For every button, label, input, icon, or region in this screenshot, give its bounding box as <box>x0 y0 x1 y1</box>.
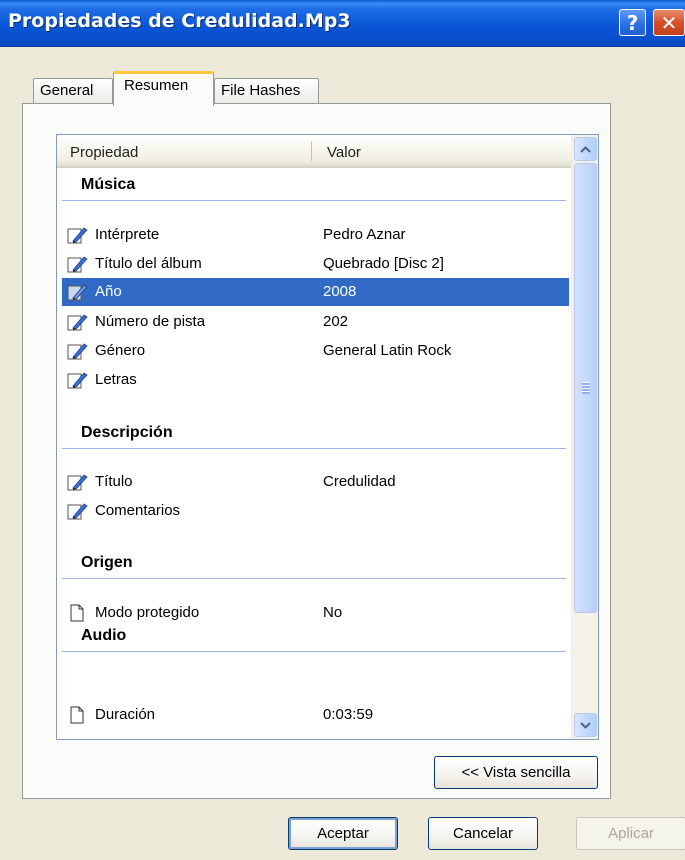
property-value: Credulidad <box>323 473 396 490</box>
document-icon <box>70 706 84 724</box>
property-name: Año <box>95 283 122 300</box>
edit-icon <box>67 256 88 273</box>
property-value: 202 <box>323 313 349 330</box>
help-button[interactable]: ? <box>619 9 646 36</box>
property-name: Intérprete <box>95 226 160 243</box>
group-header-audio: Audio <box>62 622 566 652</box>
column-divider[interactable] <box>311 141 312 161</box>
list-header: Propiedad Valor <box>57 135 571 168</box>
group-title: Audio <box>81 627 127 644</box>
close-icon: ✕ <box>660 10 678 35</box>
chevron-down-icon <box>580 721 591 729</box>
apply-button[interactable]: Aplicar <box>576 817 685 850</box>
property-value: Pedro Aznar <box>323 226 406 243</box>
group-header-origen: Origen <box>62 549 566 579</box>
group-header-musica: Música <box>62 171 566 201</box>
property-name: Comentarios <box>95 502 181 519</box>
properties-dialog: Propiedades de Credulidad.Mp3 ? ✕ Genera… <box>0 0 685 860</box>
properties-list[interactable]: Propiedad Valor Música Intérprete Pedro … <box>56 134 599 740</box>
property-row-numero-pista[interactable]: Número de pista 202 <box>62 308 569 336</box>
property-value: General Latin Rock <box>323 342 452 359</box>
property-name: Título del álbum <box>95 255 202 272</box>
edit-icon <box>67 314 88 331</box>
property-name: Modo protegido <box>95 604 200 621</box>
property-row-duracion[interactable]: Duración 0:03:59 <box>62 701 569 729</box>
cancel-button[interactable]: Cancelar <box>428 817 538 850</box>
property-value: Quebrado [Disc 2] <box>323 255 444 272</box>
scroll-down-button[interactable] <box>574 713 597 737</box>
grip-icon <box>582 382 590 394</box>
property-row-genero[interactable]: Género General Latin Rock <box>62 337 569 365</box>
help-icon: ? <box>626 10 639 35</box>
property-value: 0:03:59 <box>323 706 374 723</box>
title-bar[interactable]: Propiedades de Credulidad.Mp3 ? ✕ <box>0 0 685 47</box>
group-header-descripcion: Descripción <box>62 419 566 449</box>
tab-resumen[interactable]: Resumen <box>113 71 214 106</box>
scroll-thumb[interactable] <box>574 163 597 613</box>
property-row-comentarios[interactable]: Comentarios <box>62 497 569 525</box>
close-button[interactable]: ✕ <box>653 9 685 36</box>
property-row-ano[interactable]: Año 2008 <box>62 278 569 306</box>
edit-icon <box>67 227 88 244</box>
edit-icon <box>67 372 88 389</box>
vertical-scrollbar[interactable] <box>571 135 598 739</box>
property-value: No <box>323 604 343 621</box>
edit-icon <box>67 284 88 301</box>
column-header-property[interactable]: Propiedad <box>70 144 138 161</box>
edit-icon <box>67 503 88 520</box>
edit-icon <box>67 474 88 491</box>
group-title: Descripción <box>81 424 173 441</box>
property-row-titulo-album[interactable]: Título del álbum Quebrado [Disc 2] <box>62 250 569 278</box>
property-value: 2008 <box>323 283 357 300</box>
property-name: Género <box>95 342 146 359</box>
tab-general[interactable]: General <box>33 78 113 104</box>
group-title: Música <box>81 176 136 193</box>
property-name: Número de pista <box>95 313 206 330</box>
property-name: Letras <box>95 371 137 388</box>
tab-file-hashes[interactable]: File Hashes <box>214 78 319 104</box>
property-name: Título <box>95 473 133 490</box>
group-title: Origen <box>81 554 133 571</box>
property-row-titulo[interactable]: Título Credulidad <box>62 468 569 496</box>
ok-button[interactable]: Aceptar <box>288 817 398 850</box>
property-row-interprete[interactable]: Intérprete Pedro Aznar <box>62 221 569 249</box>
property-name: Duración <box>95 706 156 723</box>
document-icon <box>70 604 84 622</box>
column-header-value[interactable]: Valor <box>327 144 361 161</box>
window-title: Propiedades de Credulidad.Mp3 <box>8 10 351 32</box>
property-row-letras[interactable]: Letras <box>62 366 569 394</box>
chevron-up-icon <box>580 145 591 153</box>
scroll-up-button[interactable] <box>574 137 597 161</box>
edit-icon <box>67 343 88 360</box>
simple-view-button[interactable]: << Vista sencilla <box>434 756 598 789</box>
